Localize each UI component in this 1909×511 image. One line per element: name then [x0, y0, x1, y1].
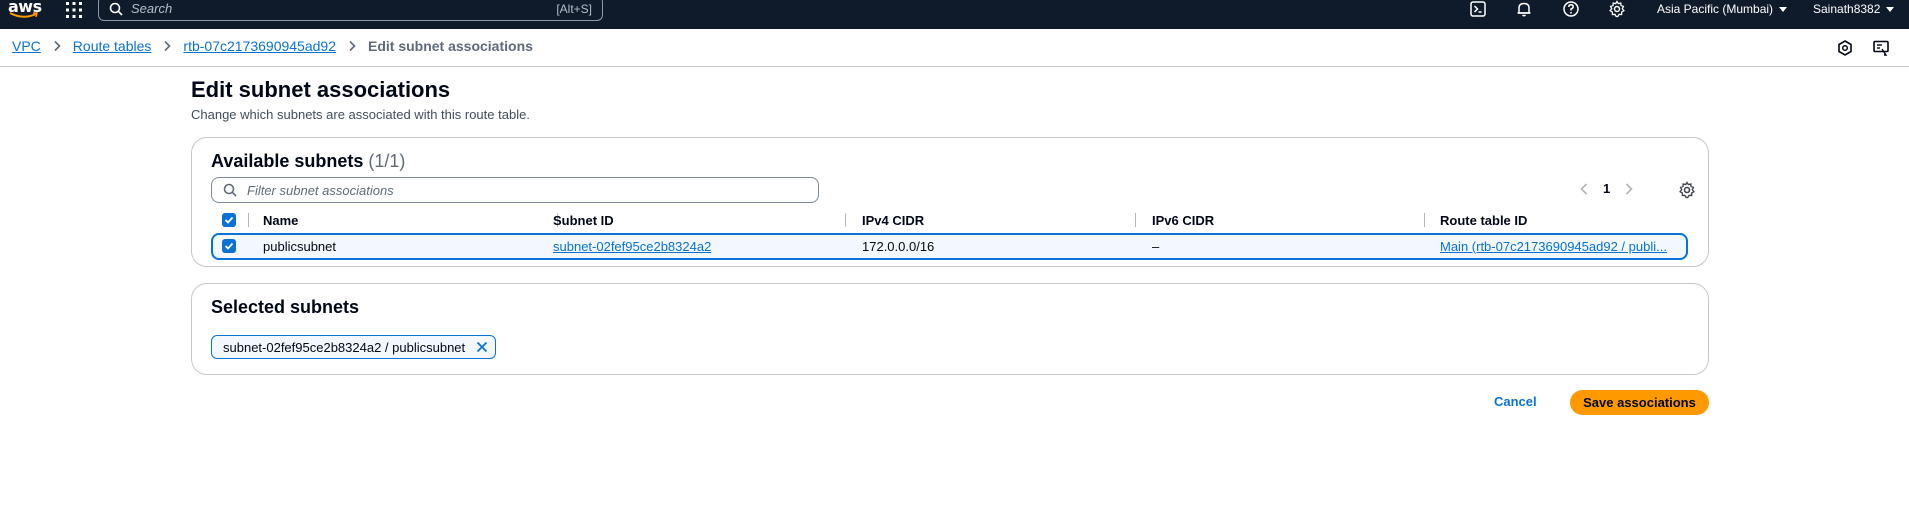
breadcrumb-vpc[interactable]: VPC: [12, 38, 41, 54]
table-preferences-gear-icon[interactable]: [1678, 181, 1696, 199]
breadcrumb-route-table-id[interactable]: rtb-07c2173690945ad92: [183, 38, 336, 54]
breadcrumb-route-tables[interactable]: Route tables: [73, 38, 152, 54]
cell-subnet-id-link[interactable]: subnet-02fef95ce2b8324a2: [553, 239, 711, 254]
region-caret-down-icon: [1779, 6, 1788, 12]
top-navigation: aws Search [Alt+S] Asia Pacific (Mumbai)…: [0, 0, 1909, 29]
selected-subnets-title: Selected subnets: [211, 297, 360, 317]
apps-grid-icon[interactable]: [65, 1, 83, 19]
pagination: 1: [1579, 181, 1634, 196]
aws-logo[interactable]: aws: [8, 0, 42, 22]
table-row[interactable]: publicsubnet subnet-02fef95ce2b8324a2 17…: [211, 233, 1688, 260]
info-panel-icon[interactable]: [1872, 39, 1890, 57]
available-subnets-title: Available subnets: [211, 151, 364, 171]
selected-subnet-token: subnet-02fef95ce2b8324a2 / publicsubnet: [211, 335, 497, 359]
column-header-route-table-id[interactable]: Route table ID: [1440, 209, 1527, 231]
notifications-bell-icon[interactable]: [1515, 0, 1533, 18]
page-number[interactable]: 1: [1603, 181, 1610, 196]
save-associations-button[interactable]: Save associations: [1570, 390, 1709, 415]
region-selector[interactable]: Asia Pacific (Mumbai): [1657, 0, 1788, 18]
cell-ipv6-cidr: –: [1152, 239, 1160, 254]
select-all-checkbox[interactable]: [222, 213, 236, 227]
page-description: Change which subnets are associated with…: [191, 107, 530, 122]
feedback-hexagon-icon[interactable]: [1836, 39, 1854, 57]
breadcrumb: VPC Route tables rtb-07c2173690945ad92 E…: [12, 38, 533, 54]
column-header-ipv6-cidr[interactable]: IPv6 CIDR: [1152, 209, 1214, 231]
account-username: Sainath8382: [1813, 2, 1881, 16]
breadcrumb-current: Edit subnet associations: [367, 38, 533, 54]
cancel-button[interactable]: Cancel: [1494, 394, 1537, 409]
column-header-route-table-id-label: Route table ID: [1440, 212, 1528, 228]
chevron-left-icon[interactable]: [1579, 182, 1589, 196]
settings-gear-icon[interactable]: [1608, 0, 1626, 18]
column-header-ipv6-cidr-label: IPv6 CIDR: [1152, 212, 1215, 228]
filter-subnet-input[interactable]: Filter subnet associations: [211, 177, 819, 203]
search-placeholder: Search: [131, 1, 173, 16]
chevron-right-icon: [164, 40, 172, 52]
column-header-ipv4-cidr-label: IPv4 CIDR: [862, 212, 925, 228]
available-subnets-panel: Available subnets (1/1) Filter subnet as…: [191, 137, 1709, 267]
column-header-subnet-id-label: Subnet ID: [553, 212, 614, 228]
column-divider[interactable]: [1424, 213, 1425, 227]
help-icon[interactable]: [1562, 0, 1580, 18]
column-header-subnet-id[interactable]: Subnet ID: [553, 209, 614, 231]
column-divider: [248, 213, 249, 227]
account-caret-down-icon: [1886, 6, 1895, 12]
cloudshell-icon[interactable]: [1469, 0, 1487, 18]
selected-subnets-panel: Selected subnets subnet-02fef95ce2b8324a…: [191, 283, 1709, 375]
cell-route-table-link[interactable]: Main (rtb-07c2173690945ad92 / publi...: [1440, 239, 1667, 254]
available-subnets-count: (1/1): [368, 151, 406, 171]
column-header-name-label: Name: [263, 212, 299, 228]
global-search-input[interactable]: Search [Alt+S]: [98, 0, 603, 21]
search-icon: [109, 2, 123, 16]
checkmark-icon: [224, 242, 234, 250]
column-header-ipv4-cidr[interactable]: IPv4 CIDR: [862, 209, 924, 231]
chevron-right-icon: [349, 40, 356, 52]
cell-ipv4-cidr: 172.0.0.0/16: [862, 239, 935, 254]
column-divider[interactable]: [1135, 213, 1136, 227]
breadcrumb-bar: VPC Route tables rtb-07c2173690945ad92 E…: [0, 29, 1909, 67]
selected-subnet-token-label: subnet-02fef95ce2b8324a2 / publicsubnet: [223, 339, 466, 355]
column-header-name[interactable]: Name: [263, 209, 298, 231]
cell-name: publicsubnet: [263, 239, 336, 254]
region-label: Asia Pacific (Mumbai): [1657, 2, 1774, 16]
row-checkbox[interactable]: [222, 239, 236, 253]
aws-smile-icon: [9, 12, 38, 18]
checkmark-icon: [224, 216, 234, 224]
page-title: Edit subnet associations: [191, 77, 451, 102]
chevron-right-icon: [54, 40, 61, 52]
search-shortcut: [Alt+S]: [556, 1, 592, 16]
dismiss-x-icon[interactable]: [475, 340, 489, 354]
available-subnets-heading: Available subnets (1/1): [211, 151, 405, 172]
search-icon: [223, 183, 237, 197]
table-header: Name Subnet ID IPv4 CIDR IPv6 CIDR Route…: [211, 209, 1688, 231]
chevron-right-icon[interactable]: [1624, 182, 1634, 196]
filter-placeholder: Filter subnet associations: [247, 182, 394, 198]
account-menu[interactable]: Sainath8382: [1813, 0, 1895, 18]
column-divider[interactable]: [845, 213, 846, 227]
